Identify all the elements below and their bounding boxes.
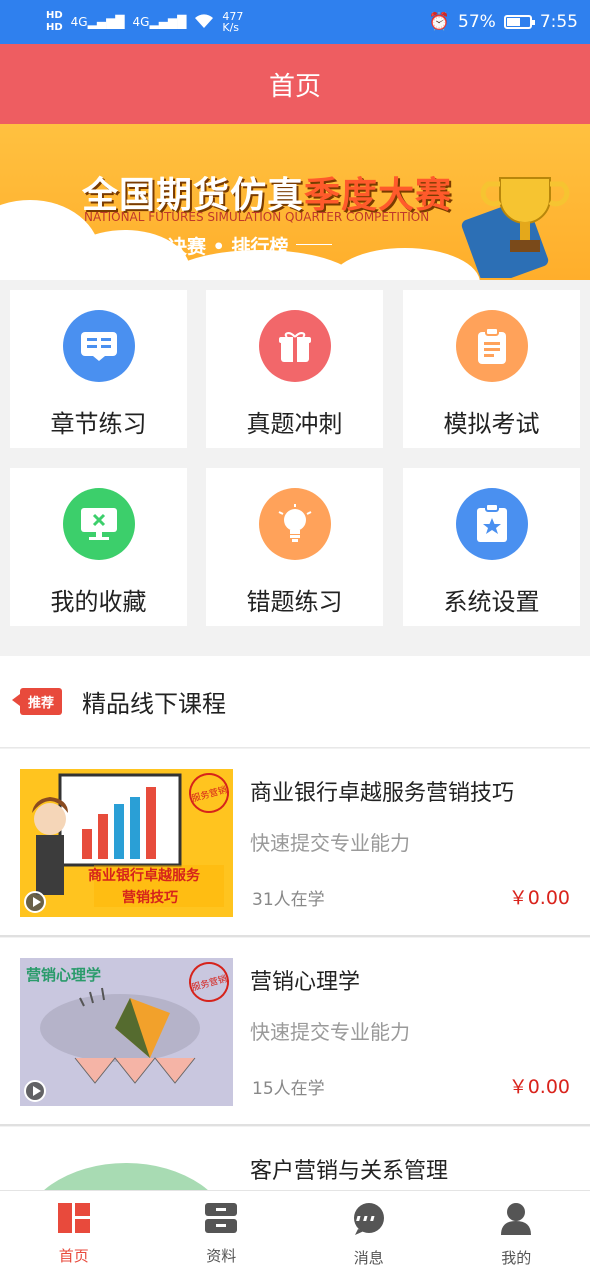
course-title: 营销心理学 — [250, 970, 361, 995]
course-title: 商业银行卓越服务营销技巧 — [250, 781, 515, 806]
tile-chapter-practice[interactable]: 章节练习 — [10, 290, 187, 448]
tile-system-settings[interactable]: 系统设置 — [403, 468, 580, 626]
tile-label: 章节练习 — [50, 410, 147, 438]
status-bar: HD HD 4G▂▄▆█ 4G▂▄▆█ 477 K/s ⏰ 57% 7:55 — [0, 0, 590, 44]
nav-materials[interactable]: 资料 — [148, 1191, 296, 1278]
tile-wrong-question-practice[interactable]: 错题练习 — [206, 468, 383, 626]
badge-star-icon — [455, 488, 528, 560]
hd-indicator: HD HD — [46, 11, 63, 33]
nav-label: 资料 — [206, 1247, 237, 1265]
book-icon — [62, 310, 135, 382]
tile-label: 模拟考试 — [443, 410, 540, 438]
course-desc: 快速提交专业能力 — [250, 831, 410, 855]
tile-my-favorites[interactable]: 我的收藏 — [10, 468, 187, 626]
course-thumbnail — [20, 1147, 233, 1190]
lightbulb-icon — [258, 488, 331, 560]
thumb-text-1: 商业银行卓越服务 — [88, 868, 200, 884]
user-icon — [501, 1203, 532, 1235]
thumb-text-1: 营销心理学 — [26, 966, 102, 984]
status-left: HD HD 4G▂▄▆█ 4G▂▄▆█ 477 K/s — [46, 10, 244, 34]
nav-messages[interactable]: 消息 — [295, 1191, 443, 1278]
course-thumbnail: 商业银行卓越服务 营销技巧 服务营销 — [20, 769, 233, 917]
clock: 7:55 — [539, 12, 578, 32]
course-thumbnail: 营销心理学 服务营销 — [20, 958, 233, 1106]
nav-home[interactable]: 首页 — [0, 1191, 148, 1278]
bottom-nav: 首页 资料 消息 我的 — [0, 1190, 590, 1278]
tile-label: 系统设置 — [443, 588, 540, 616]
thumb-text-2: 营销技巧 — [122, 890, 178, 906]
recommended-section-header: 推荐 精品线下课程 — [0, 656, 590, 748]
signal-icon-2: 4G▂▄▆█ — [132, 15, 187, 29]
hd-label-2: HD — [46, 22, 63, 33]
play-icon — [24, 1080, 46, 1102]
page-title: 首页 — [268, 71, 321, 102]
clipboard-icon — [455, 310, 528, 382]
course-item[interactable]: 客户营销与关系管理 — [0, 1127, 590, 1190]
home-grid-icon — [57, 1203, 90, 1233]
status-right: ⏰ 57% 7:55 — [429, 12, 578, 32]
banner-subtitle: NATIONAL FUTURES SIMULATION QUARTER COMP… — [84, 210, 430, 224]
tile-label: 我的收藏 — [50, 588, 147, 616]
course-price: ￥0.00 — [508, 1076, 570, 1098]
chat-bubble-icon — [353, 1203, 384, 1235]
nav-label: 首页 — [58, 1247, 89, 1265]
tile-real-exam-sprint[interactable]: 真题冲刺 — [206, 290, 383, 448]
course-learners: 15人在学 — [252, 1079, 325, 1099]
course-title: 客户营销与关系管理 — [250, 1159, 449, 1184]
nav-mine[interactable]: 我的 — [443, 1191, 590, 1278]
battery-percent: 57% — [458, 12, 496, 32]
competition-banner[interactable]: 全国期货仿真季度大赛 NATIONAL FUTURES SIMULATION Q… — [0, 124, 590, 280]
recommend-tag: 推荐 — [11, 688, 63, 715]
hd-label-1: HD — [46, 10, 63, 21]
course-learners: 31人在学 — [252, 890, 325, 910]
alarm-icon: ⏰ — [428, 12, 451, 32]
section-title: 精品线下课程 — [82, 690, 227, 718]
signal-icon-1: 4G▂▄▆█ — [70, 15, 125, 29]
nav-label: 消息 — [353, 1249, 384, 1267]
monitor-icon — [62, 488, 135, 560]
nav-label: 我的 — [501, 1249, 532, 1267]
page-header: 首页 — [0, 44, 590, 124]
tile-label: 真题冲刺 — [246, 410, 343, 438]
trophy-icon — [461, 177, 570, 278]
course-desc: 快速提交专业能力 — [250, 1020, 410, 1044]
course-item[interactable]: 营销心理学 服务营销 营销心理学 快速提交专业能力 15人在学 ￥0.00 — [0, 938, 590, 1126]
drawer-icon — [205, 1203, 238, 1233]
network-speed: 477 K/s — [222, 10, 244, 34]
play-icon — [24, 891, 46, 913]
wifi-icon — [194, 13, 214, 31]
battery-icon — [503, 15, 535, 29]
course-item[interactable]: 商业银行卓越服务 营销技巧 服务营销 商业银行卓越服务营销技巧 快速提交专业能力… — [0, 749, 590, 937]
banner-final-text: 决赛 • 排行榜 — [123, 232, 333, 259]
tile-label: 错题练习 — [246, 588, 343, 616]
gift-icon — [258, 310, 331, 382]
tile-mock-exam[interactable]: 模拟考试 — [403, 290, 580, 448]
course-price: ￥0.00 — [508, 887, 570, 909]
